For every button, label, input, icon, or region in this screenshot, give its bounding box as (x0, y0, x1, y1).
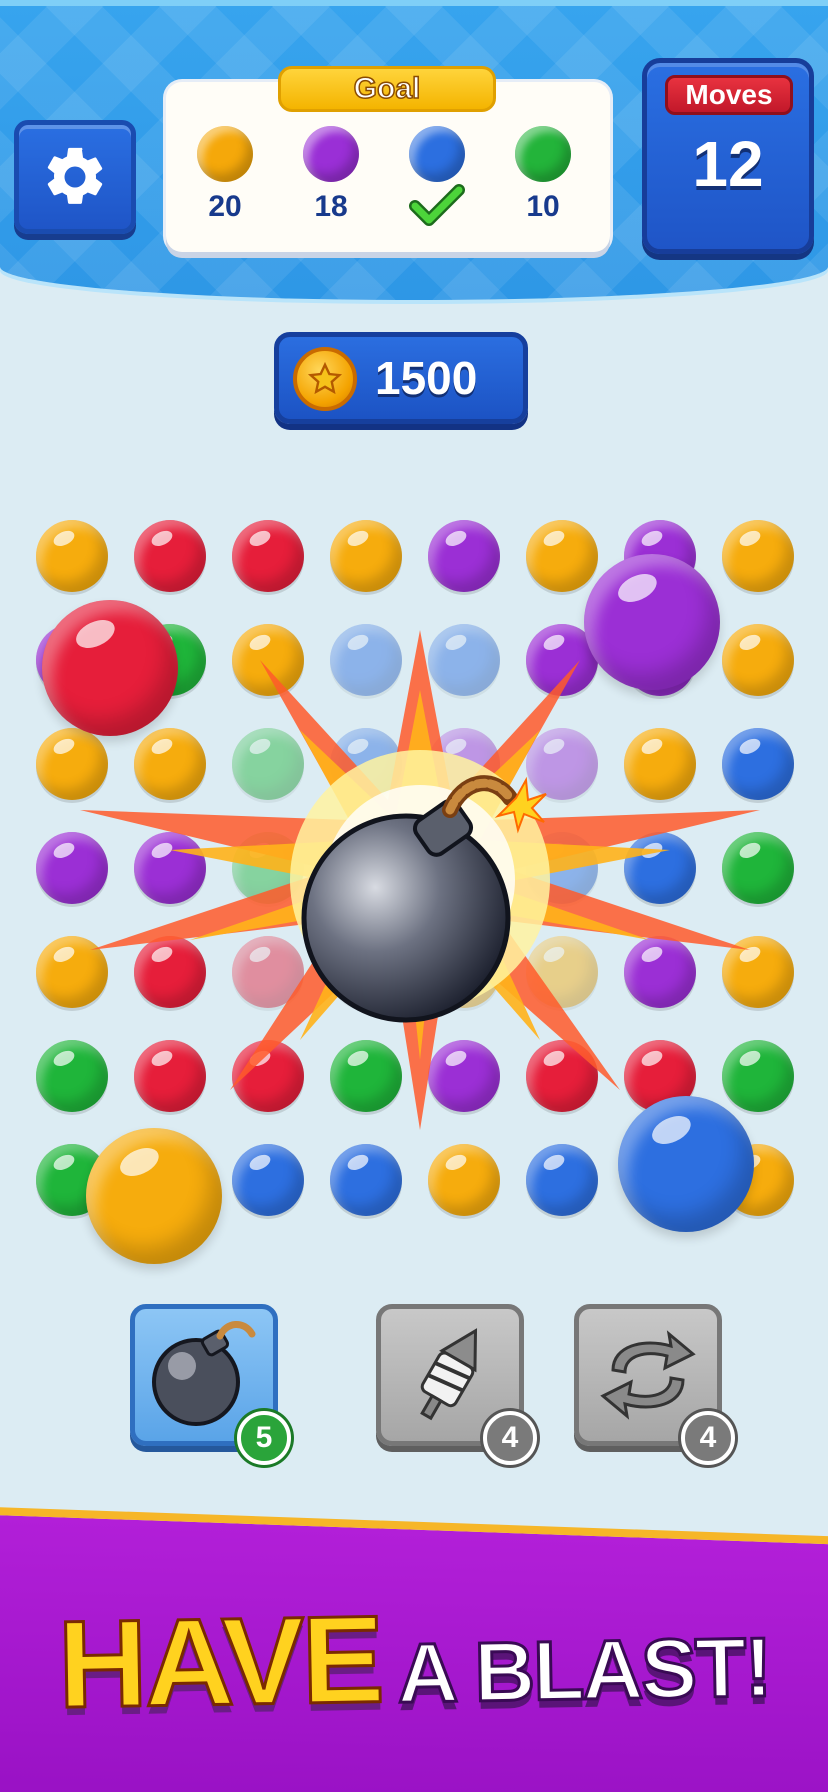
blue-ball[interactable] (428, 624, 500, 696)
purple-ball[interactable] (36, 832, 108, 904)
red-ball[interactable] (134, 1040, 206, 1112)
drill-icon (420, 1328, 478, 1421)
red-ball[interactable] (526, 1040, 598, 1112)
booster-count-badge: 4 (483, 1411, 537, 1465)
blue-ball[interactable] (722, 728, 794, 800)
blue-ball-icon (409, 126, 465, 182)
goal-item-purple: 18 (286, 126, 376, 226)
star-coin-icon (293, 347, 357, 411)
purple-ball[interactable] (428, 1040, 500, 1112)
blue-ball[interactable] (330, 624, 402, 696)
gear-icon (47, 147, 103, 204)
goal-panel: Goal 20 18 10 (166, 66, 610, 252)
goal-title: Goal (278, 66, 496, 112)
goal-item-orange: 20 (180, 126, 270, 226)
orange-ball[interactable] (134, 728, 206, 800)
orange-ball[interactable] (722, 936, 794, 1008)
goal-item-green: 10 (498, 126, 588, 226)
orange-ball[interactable] (330, 520, 402, 592)
flying-red-ball (42, 600, 178, 736)
moves-counter: Moves 12 (642, 58, 814, 254)
orange-ball[interactable] (428, 1144, 500, 1216)
goal-count: 18 (314, 190, 348, 223)
purple-ball[interactable] (624, 936, 696, 1008)
purple-ball-icon (303, 126, 359, 182)
booster-drill-button[interactable]: 4 (376, 1304, 537, 1465)
orange-ball[interactable] (36, 936, 108, 1008)
booster-shuffle-button[interactable]: 4 (574, 1304, 735, 1465)
bomb-icon (152, 1321, 256, 1426)
red-ball[interactable] (134, 520, 206, 592)
green-ball[interactable] (722, 1040, 794, 1112)
booster-count-badge: 5 (237, 1411, 291, 1465)
flying-orange-ball (86, 1128, 222, 1264)
red-ball[interactable] (232, 1040, 304, 1112)
booster-count-badge: 4 (681, 1411, 735, 1465)
purple-ball[interactable] (134, 832, 206, 904)
headline-have: HAVE (55, 1589, 384, 1736)
green-ball[interactable] (722, 832, 794, 904)
coin-balance: 1500 (274, 332, 528, 424)
blue-ball[interactable] (526, 1144, 598, 1216)
moves-label: Moves (665, 75, 793, 115)
booster-bomb-button[interactable]: 5 (130, 1304, 291, 1465)
red-ball[interactable] (134, 936, 206, 1008)
bomb-icon (301, 775, 547, 1023)
checkmark-icon (392, 184, 482, 228)
settings-button[interactable] (14, 120, 136, 234)
promo-headline: HAVE A BLAST! (0, 1573, 828, 1737)
orange-ball[interactable] (722, 520, 794, 592)
moves-value: 12 (692, 128, 764, 200)
orange-ball[interactable] (624, 728, 696, 800)
flying-blue-ball (618, 1096, 754, 1232)
blue-ball[interactable] (624, 832, 696, 904)
headline-a-blast: A BLAST! (395, 1618, 772, 1721)
orange-ball[interactable] (722, 624, 794, 696)
flying-purple-ball (584, 554, 720, 690)
green-ball[interactable] (330, 1040, 402, 1112)
blue-ball[interactable] (232, 1144, 304, 1216)
red-ball[interactable] (232, 520, 304, 592)
purple-ball[interactable] (428, 520, 500, 592)
green-ball[interactable] (36, 1040, 108, 1112)
goal-item-blue (392, 126, 482, 228)
green-ball-icon (515, 126, 571, 182)
orange-ball[interactable] (232, 624, 304, 696)
goal-count: 20 (208, 190, 242, 223)
orange-ball[interactable] (526, 520, 598, 592)
shuffle-icon (600, 1330, 696, 1420)
blue-ball[interactable] (330, 1144, 402, 1216)
game-board[interactable] (0, 500, 828, 1264)
goal-count: 10 (526, 190, 560, 223)
orange-ball[interactable] (36, 520, 108, 592)
orange-ball-icon (197, 126, 253, 182)
coin-value: 1500 (375, 352, 478, 404)
orange-ball[interactable] (36, 728, 108, 800)
